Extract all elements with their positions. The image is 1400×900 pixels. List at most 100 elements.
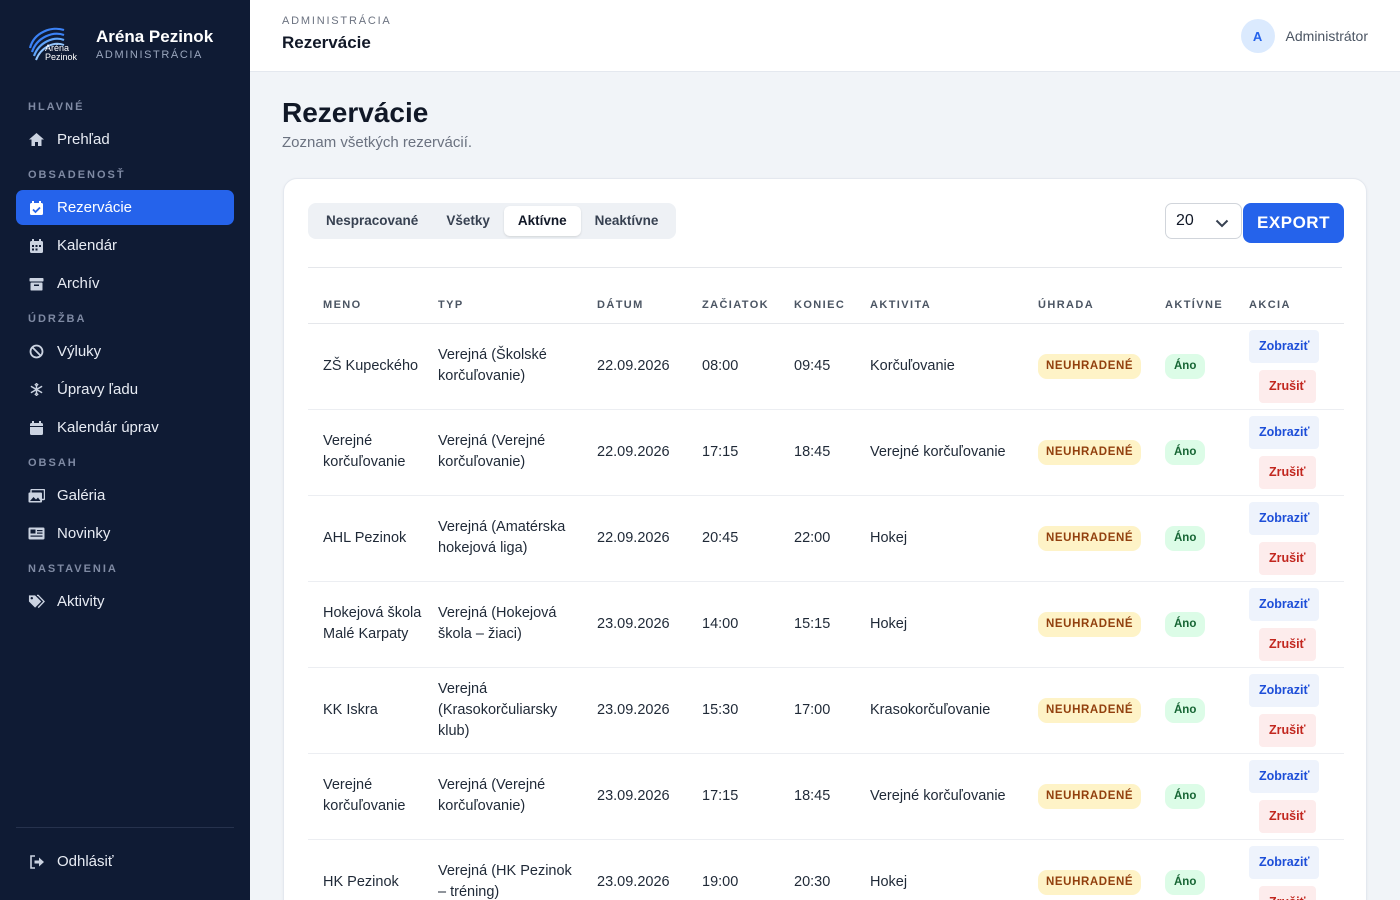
cell-active: Áno xyxy=(1150,667,1234,754)
cell-active: Áno xyxy=(1150,409,1234,496)
view-button[interactable]: Zobraziť xyxy=(1249,759,1320,793)
cell-date: 22.09.2026 xyxy=(582,409,687,496)
cell-date: 23.09.2026 xyxy=(582,667,687,754)
cell-activity: Verejné korčuľovanie xyxy=(855,753,1023,840)
tab-all[interactable]: Všetky xyxy=(432,206,504,236)
column-header-end[interactable]: KONIEC xyxy=(779,287,855,324)
payment-status-badge: NEUHRADENÉ xyxy=(1038,439,1142,465)
tags-icon xyxy=(28,593,45,610)
cell-payment: NEUHRADENÉ xyxy=(1023,323,1150,410)
view-button[interactable]: Zobraziť xyxy=(1249,501,1320,535)
sidebar-item-reservations[interactable]: Rezervácie xyxy=(16,190,234,225)
cell-end: 18:45 xyxy=(779,409,855,496)
table-row[interactable]: AHL Pezinok Verejná (Amatérska hokejová l… xyxy=(308,495,1344,582)
cell-end: 09:45 xyxy=(779,323,855,410)
column-header-start[interactable]: ZAČIATOK xyxy=(687,287,779,324)
tab-active[interactable]: Aktívne xyxy=(503,206,581,236)
table-row[interactable]: Hokejová škola Malé Karpaty Verejná (Hoke… xyxy=(308,581,1344,668)
cell-active: Áno xyxy=(1150,323,1234,410)
topbar: ADMINISTRÁCIA Rezervácie A Administrátor xyxy=(250,0,1400,72)
sidebar-item-overview[interactable]: Prehľad xyxy=(16,122,234,157)
logout-label: Odhlásiť xyxy=(57,853,114,870)
export-button[interactable]: EXPORT xyxy=(1243,203,1344,243)
table-row[interactable]: ZŠ Kupeckého Verejná (Školské korčuľovani… xyxy=(308,323,1344,410)
sidebar-item-news[interactable]: Novinky xyxy=(16,516,234,551)
view-button[interactable]: Zobraziť xyxy=(1249,845,1320,879)
cell-payment: NEUHRADENÉ xyxy=(1023,753,1150,840)
user-name: Administrátor xyxy=(1285,28,1368,44)
cell-actions: Zobraziť Zrušiť xyxy=(1234,495,1344,582)
sidebar-item-activities[interactable]: Aktivity xyxy=(16,584,234,619)
sidebar-item-label: Rezervácie xyxy=(57,199,133,216)
table-row[interactable]: KK Iskra Verejná (Krasokorčuliarsky klub)… xyxy=(308,667,1344,754)
payment-status-badge: NEUHRADENÉ xyxy=(1038,869,1142,895)
per-page-value: 20 xyxy=(1176,212,1194,229)
cell-type: Verejná (Verejné korčuľovanie) xyxy=(423,753,582,840)
newspaper-icon xyxy=(28,525,45,542)
per-page-select[interactable]: 20 xyxy=(1165,203,1242,239)
sidebar-item-maint-calendar[interactable]: Kalendár úprav xyxy=(16,410,234,445)
sidebar-item-label: Prehľad xyxy=(57,131,110,148)
cancel-button[interactable]: Zrušiť xyxy=(1259,541,1316,575)
column-header-name[interactable]: MENO xyxy=(308,287,423,324)
cell-payment: NEUHRADENÉ xyxy=(1023,495,1150,582)
view-button[interactable]: Zobraziť xyxy=(1249,329,1320,363)
cell-actions: Zobraziť Zrušiť xyxy=(1234,581,1344,668)
sidebar-item-archive[interactable]: Archív xyxy=(16,266,234,301)
active-status-badge: Áno xyxy=(1165,611,1206,637)
sidebar-item-gallery[interactable]: Galéria xyxy=(16,478,234,513)
view-button[interactable]: Zobraziť xyxy=(1249,673,1320,707)
sidebar-item-label: Úpravy ľadu xyxy=(57,381,139,398)
cancel-button[interactable]: Zrušiť xyxy=(1259,455,1316,489)
cancel-button[interactable]: Zrušiť xyxy=(1259,799,1316,833)
cell-start: 20:45 xyxy=(687,495,779,582)
user-menu[interactable]: A Administrátor xyxy=(1240,19,1368,53)
cell-name: ZŠ Kupeckého xyxy=(308,323,423,410)
column-header-date[interactable]: DÁTUM xyxy=(582,287,687,324)
cell-name: KK Iskra xyxy=(308,667,423,754)
view-button[interactable]: Zobraziť xyxy=(1249,587,1320,621)
page-title: Rezervácie xyxy=(282,97,429,128)
cell-date: 22.09.2026 xyxy=(582,323,687,410)
tab-inactive[interactable]: Neaktívne xyxy=(581,206,673,236)
table-row[interactable]: Verejné korčuľovanie Verejná (Verejné kor… xyxy=(308,409,1344,496)
logout-button[interactable]: Odhlásiť xyxy=(16,844,234,879)
cancel-button[interactable]: Zrušiť xyxy=(1259,369,1316,403)
cell-date: 23.09.2026 xyxy=(582,839,687,900)
cancel-button[interactable]: Zrušiť xyxy=(1259,885,1316,900)
cell-type: Verejná (Krasokorčuliarsky klub) xyxy=(423,667,582,754)
images-icon xyxy=(28,487,45,504)
cell-start: 08:00 xyxy=(687,323,779,410)
sidebar: Aréna Pezinok Aréna Pezinok ADMINISTRÁCI… xyxy=(0,0,250,900)
cell-active: Áno xyxy=(1150,581,1234,668)
cell-actions: Zobraziť Zrušiť xyxy=(1234,753,1344,840)
avatar: A xyxy=(1240,19,1275,53)
column-header-payment[interactable]: ÚHRADA xyxy=(1023,287,1150,324)
cell-end: 22:00 xyxy=(779,495,855,582)
view-button[interactable]: Zobraziť xyxy=(1249,415,1320,449)
column-header-active[interactable]: AKTÍVNE xyxy=(1150,287,1234,324)
sidebar-item-calendar[interactable]: Kalendár xyxy=(16,228,234,263)
divider xyxy=(308,267,1342,268)
cell-actions: Zobraziť Zrušiť xyxy=(1234,667,1344,754)
cell-type: Verejná (Amatérska hokejová liga) xyxy=(423,495,582,582)
cell-activity: Hokej xyxy=(855,839,1023,900)
cell-activity: Hokej xyxy=(855,495,1023,582)
table-row[interactable]: Verejné korčuľovanie Verejná (Verejné kor… xyxy=(308,753,1344,840)
payment-status-badge: NEUHRADENÉ xyxy=(1038,525,1142,551)
cancel-button[interactable]: Zrušiť xyxy=(1259,713,1316,747)
column-header-action: AKCIA xyxy=(1234,287,1344,324)
cell-actions: Zobraziť Zrušiť xyxy=(1234,409,1344,496)
column-header-activity[interactable]: AKTIVITA xyxy=(855,287,1023,324)
cell-activity: Krasokorčuľovanie xyxy=(855,667,1023,754)
sidebar-item-ice[interactable]: Úpravy ľadu xyxy=(16,372,234,407)
table-row[interactable]: HK Pezinok Verejná (HK Pezinok – tréning)… xyxy=(308,839,1344,900)
cancel-button[interactable]: Zrušiť xyxy=(1259,627,1316,661)
sidebar-item-outages[interactable]: Výluky xyxy=(16,334,234,369)
filter-tabs: Nespracované Všetky Aktívne Neaktívne xyxy=(308,203,677,239)
tab-unprocessed[interactable]: Nespracované xyxy=(312,206,432,236)
brand[interactable]: Aréna Pezinok Aréna Pezinok ADMINISTRÁCI… xyxy=(26,22,213,66)
column-header-type[interactable]: TYP xyxy=(423,287,582,324)
svg-text:Pezinok: Pezinok xyxy=(45,52,78,62)
reservations-card: Nespracované Všetky Aktívne Neaktívne 20… xyxy=(283,178,1367,900)
